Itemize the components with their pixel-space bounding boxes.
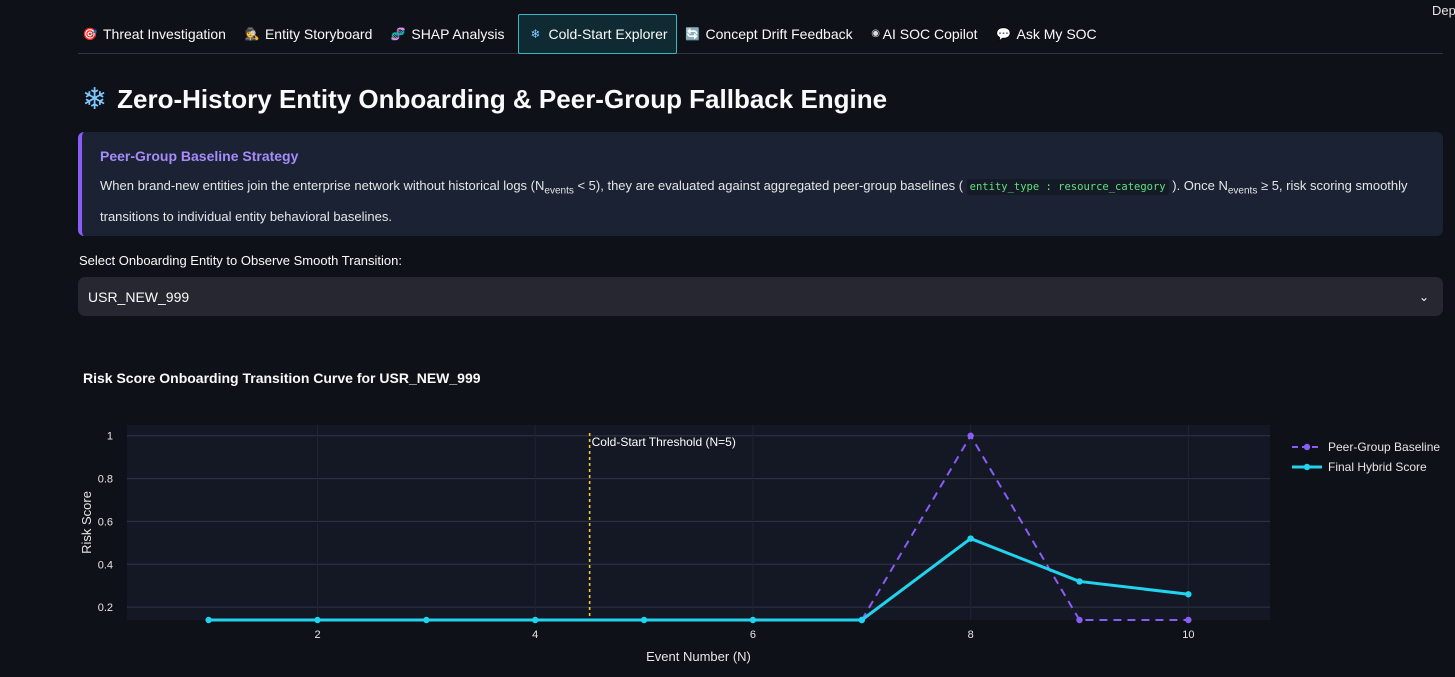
eye-icon: ◉: [871, 28, 880, 39]
target-icon: 🎯: [82, 26, 98, 41]
refresh-icon: 🔄: [685, 26, 700, 41]
data-point: [532, 616, 539, 624]
page-title: ❄ Zero-History Entity Onboarding & Peer-…: [82, 82, 887, 117]
y-tick-label: 0.8: [98, 474, 113, 486]
callout-text-2: < 5), they are evaluated against aggrega…: [573, 178, 967, 193]
data-point: [1185, 591, 1192, 598]
tab-ai-soc-copilot[interactable]: ◉ AI SOC Copilot: [867, 14, 988, 54]
tab-label: AI SOC Copilot: [882, 25, 978, 42]
callout-code: entity_type : resource_category: [966, 179, 1169, 195]
detective-icon: 🕵: [244, 26, 260, 41]
legend-label: Peer-Group Baseline: [1328, 440, 1440, 454]
snowflake-icon: ❄: [530, 26, 541, 41]
tab-cold-start-explorer[interactable]: ❄ Cold-Start Explorer: [518, 13, 677, 54]
data-point: [423, 616, 430, 624]
tab-concept-drift-feedback[interactable]: 🔄 Concept Drift Feedback: [681, 14, 863, 54]
plot-area: [127, 425, 1270, 620]
callout-text-3: ). Once N: [1168, 178, 1228, 193]
tab-entity-storyboard[interactable]: 🕵 Entity Storyboard: [240, 14, 382, 54]
callout-heading: Peer-Group Baseline Strategy: [100, 148, 299, 164]
snowflake-icon: ❄: [82, 83, 108, 116]
callout-body: When brand-new entities join the enterpr…: [100, 173, 1423, 229]
tab-bar: 🎯 Threat Investigation 🕵 Entity Storyboard 🧬…: [78, 13, 1443, 54]
page-title-text: Zero-History Entity Onboarding & Peer-Gr…: [117, 84, 888, 114]
x-axis-title: Event Number (N): [646, 649, 751, 664]
dna-icon: 🧬: [390, 26, 406, 41]
x-tick-label: 4: [532, 629, 538, 641]
callout-sub-1: events: [544, 185, 574, 197]
data-point: [1076, 616, 1083, 624]
strategy-callout: Peer-Group Baseline Strategy When brand-…: [78, 132, 1443, 236]
data-point: [314, 616, 321, 624]
legend-marker: [1303, 443, 1311, 451]
tab-label: Ask My SOC: [1016, 25, 1097, 42]
risk-score-chart: 0.2 0.4 0.6 0.8 1 2 4 6 8 10 Cold-Start Threshold …: [79, 425, 1440, 664]
data-point: [205, 616, 212, 624]
entity-select-value: USR_NEW_999: [88, 288, 190, 305]
chevron-down-icon: ⌄: [1418, 289, 1429, 304]
tab-label: Cold-Start Explorer: [548, 25, 668, 42]
tab-ask-my-soc[interactable]: 💬 Ask My SOC: [992, 14, 1107, 54]
data-point: [1076, 578, 1083, 585]
tab-shap-analysis[interactable]: 🧬 SHAP Analysis: [386, 14, 514, 54]
entity-select[interactable]: USR_NEW_999 ⌄: [78, 277, 1443, 316]
x-tick-label: 10: [1182, 629, 1194, 641]
tab-threat-investigation[interactable]: 🎯 Threat Investigation: [78, 14, 236, 54]
x-tick-label: 6: [750, 629, 756, 641]
tab-label: SHAP Analysis: [411, 25, 505, 42]
data-point: [1185, 616, 1192, 624]
y-tick-label: 0.4: [98, 559, 113, 571]
legend-label: Final Hybrid Score: [1328, 460, 1427, 474]
data-point: [640, 616, 648, 624]
data-point: [967, 432, 974, 439]
callout-sub-2: events: [1227, 185, 1258, 197]
speech-bubble-icon: 💬: [996, 26, 1012, 41]
threshold-label: Cold-Start Threshold (N=5): [592, 435, 736, 449]
data-point: [858, 616, 865, 624]
x-tick-label: 2: [314, 629, 320, 641]
entity-select-label: Select Onboarding Entity to Observe Smoo…: [79, 253, 403, 268]
x-tick-label: 8: [968, 629, 974, 641]
tab-label: Concept Drift Feedback: [705, 25, 853, 42]
legend-marker: [1303, 463, 1311, 471]
y-tick-label: 0.2: [98, 602, 113, 614]
data-point: [749, 616, 757, 624]
chart-title: Risk Score Onboarding Transition Curve f…: [83, 370, 481, 386]
tab-label: Threat Investigation: [103, 25, 226, 42]
y-tick-label: 1: [107, 431, 113, 443]
tab-label: Entity Storyboard: [264, 25, 373, 42]
data-point: [967, 535, 974, 542]
y-tick-label: 0.6: [98, 516, 113, 528]
callout-text-1: When brand-new entities join the enterpr…: [100, 178, 545, 193]
y-axis-title: Risk Score: [79, 491, 94, 554]
